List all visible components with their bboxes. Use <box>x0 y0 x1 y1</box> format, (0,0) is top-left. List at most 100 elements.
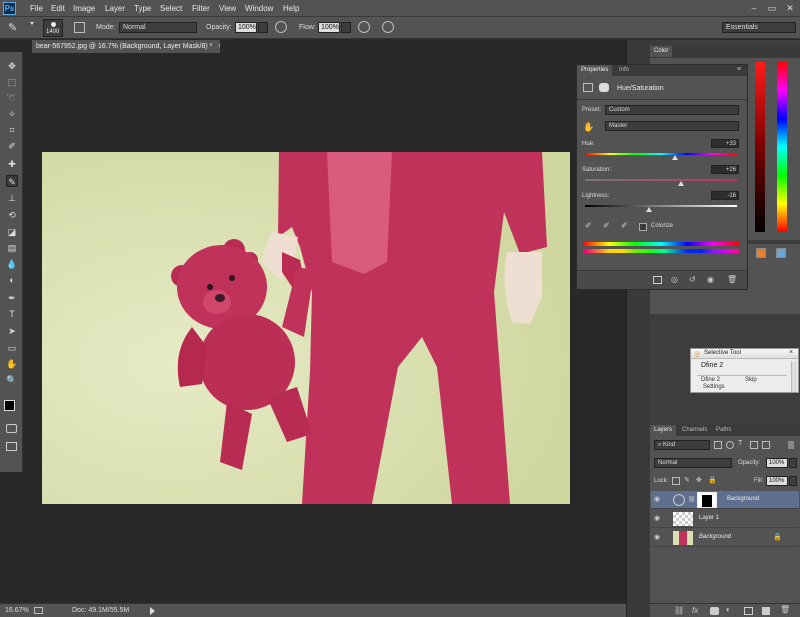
link-chain-icon[interactable]: ⛓ <box>688 496 696 503</box>
dodge-tool-icon[interactable]: ◐ <box>6 274 18 286</box>
brush-panel-toggle-icon[interactable] <box>74 22 85 33</box>
layer-name[interactable]: Background <box>699 534 731 540</box>
saturation-input[interactable]: +26 <box>711 165 739 174</box>
panel-menu-icon[interactable]: ≡ <box>737 66 741 73</box>
workspace-switcher[interactable]: Essentials <box>722 22 796 33</box>
menu-window[interactable]: Window <box>245 4 273 13</box>
share-icon[interactable] <box>34 607 43 614</box>
crop-tool-icon[interactable]: ⌗ <box>6 124 18 136</box>
reset-icon[interactable]: ↺ <box>689 275 696 284</box>
visibility-eye-icon[interactable]: ◉ <box>654 533 663 542</box>
layer-row[interactable]: ◉ ⛓ Background <box>651 491 799 509</box>
path-select-tool-icon[interactable]: ➤ <box>6 325 18 337</box>
layers-opacity-input[interactable]: 100% <box>766 458 788 468</box>
close-window-button[interactable]: ✕ <box>782 2 798 14</box>
tab-info[interactable]: Info <box>615 65 633 76</box>
quick-select-tool-icon[interactable]: ✧ <box>6 108 18 120</box>
layer-name[interactable]: Background <box>727 496 759 502</box>
menu-image[interactable]: Image <box>73 4 95 13</box>
lightness-slider-thumb[interactable] <box>645 207 652 212</box>
lightness-slider-track[interactable] <box>585 205 737 207</box>
tab-layers[interactable]: Layers <box>650 425 677 436</box>
new-group-icon[interactable] <box>744 607 753 615</box>
pen-tool-icon[interactable]: ✒ <box>6 292 18 304</box>
brush-tool-icon[interactable]: ✎ <box>8 21 24 35</box>
tab-paths[interactable]: Paths <box>712 425 735 436</box>
filter-toggle-switch[interactable] <box>788 441 794 449</box>
document-tab[interactable]: bear-567952.jpg @ 16.7% (Background, Lay… <box>32 40 220 53</box>
lock-position-icon[interactable]: ✥ <box>696 476 702 484</box>
layer-row[interactable]: ◉ Background 🔒 <box>651 529 799 547</box>
menu-filter[interactable]: Filter <box>192 4 210 13</box>
mask-icon[interactable] <box>599 83 609 92</box>
color-ramp-hue[interactable] <box>777 62 787 232</box>
menu-edit[interactable]: Edit <box>51 4 65 13</box>
selective-tool-sub-item[interactable]: Dfine 2 <box>701 377 720 383</box>
hue-input[interactable]: +33 <box>711 139 739 148</box>
menu-help[interactable]: Help <box>283 4 299 13</box>
settings-link[interactable]: Settings <box>703 384 725 390</box>
visibility-eye-icon[interactable]: ◉ <box>654 495 663 504</box>
status-menu-arrow-icon[interactable] <box>150 607 155 615</box>
lightness-input[interactable]: -16 <box>711 191 739 200</box>
menu-type[interactable]: Type <box>134 4 151 13</box>
gradient-tool-icon[interactable]: ▤ <box>6 242 18 254</box>
channel-dropdown[interactable]: Master <box>605 121 739 131</box>
skip-button[interactable]: Skip <box>745 377 757 383</box>
layer-style-icon[interactable]: fx <box>692 606 698 615</box>
saturation-slider-track[interactable] <box>585 179 737 181</box>
tab-color[interactable]: Color <box>650 46 673 57</box>
quick-mask-icon[interactable] <box>6 424 17 433</box>
colorize-checkbox[interactable] <box>639 223 647 231</box>
style-swatch-icon[interactable] <box>776 248 786 258</box>
document-image[interactable] <box>42 152 570 504</box>
chevron-down-icon[interactable] <box>30 22 34 26</box>
filter-pixel-icon[interactable] <box>714 441 722 449</box>
view-previous-icon[interactable]: ◎ <box>671 275 678 284</box>
layers-opacity-arrow[interactable] <box>789 458 797 468</box>
flow-input[interactable]: 100% <box>318 22 340 33</box>
filter-smart-object-icon[interactable] <box>762 441 770 449</box>
menu-view[interactable]: View <box>219 4 236 13</box>
selective-tool-scrollbar[interactable] <box>791 361 797 392</box>
type-tool-icon[interactable]: T <box>6 308 18 320</box>
saturation-slider-thumb[interactable] <box>677 181 684 186</box>
eyedropper-minus-icon[interactable]: ✐ <box>621 221 631 231</box>
layer-row[interactable]: ◉ Layer 1 <box>651 510 799 528</box>
preset-dropdown[interactable]: Custom <box>605 105 739 115</box>
selective-tool-item[interactable]: Dfine 2 <box>701 362 723 369</box>
opacity-dropdown-arrow[interactable] <box>258 22 268 33</box>
targeted-adjustment-hand-icon[interactable]: ✋ <box>583 122 595 132</box>
clone-stamp-tool-icon[interactable]: ⊥ <box>6 192 18 204</box>
eyedropper-tool-icon[interactable]: ✐ <box>6 140 18 152</box>
zoom-tool-icon[interactable]: 🔍 <box>6 374 18 386</box>
pressure-opacity-icon[interactable] <box>275 21 287 33</box>
fill-arrow[interactable] <box>789 476 797 486</box>
close-tab-icon[interactable]: × <box>218 43 220 50</box>
move-tool-icon[interactable]: ✥ <box>6 60 18 72</box>
flow-dropdown-arrow[interactable] <box>341 22 351 33</box>
marquee-tool-icon[interactable]: ⬚ <box>6 76 18 88</box>
screen-mode-icon[interactable] <box>6 442 17 451</box>
opacity-input[interactable]: 100% <box>235 22 257 33</box>
layer-mask-thumbnail[interactable] <box>697 492 717 508</box>
lock-all-icon[interactable]: 🔒 <box>708 476 717 484</box>
color-ramp-red[interactable] <box>755 62 765 232</box>
layer-filter-dropdown[interactable]: ⌕ Kind <box>654 440 710 450</box>
eyedropper-icon[interactable]: ✐ <box>585 221 595 231</box>
filter-shape-icon[interactable] <box>750 441 758 449</box>
airbrush-icon[interactable] <box>358 21 370 33</box>
visibility-eye-icon[interactable]: ◉ <box>707 275 714 284</box>
zoom-level[interactable]: 16.67% <box>5 607 29 614</box>
new-layer-icon[interactable] <box>762 607 770 615</box>
menu-select[interactable]: Select <box>160 4 182 13</box>
selective-tool-titlebar[interactable]: ◎ Selective Tool × <box>691 349 798 359</box>
add-mask-icon[interactable] <box>710 607 719 615</box>
tab-properties[interactable]: Properties <box>577 65 613 76</box>
foreground-color-swatch[interactable] <box>4 400 15 411</box>
layer-name[interactable]: Layer 1 <box>699 515 719 521</box>
hue-slider-track[interactable] <box>585 153 737 155</box>
menu-layer[interactable]: Layer <box>105 4 125 13</box>
style-swatch-icon[interactable] <box>756 248 766 258</box>
shape-tool-icon[interactable]: ▭ <box>6 342 18 354</box>
